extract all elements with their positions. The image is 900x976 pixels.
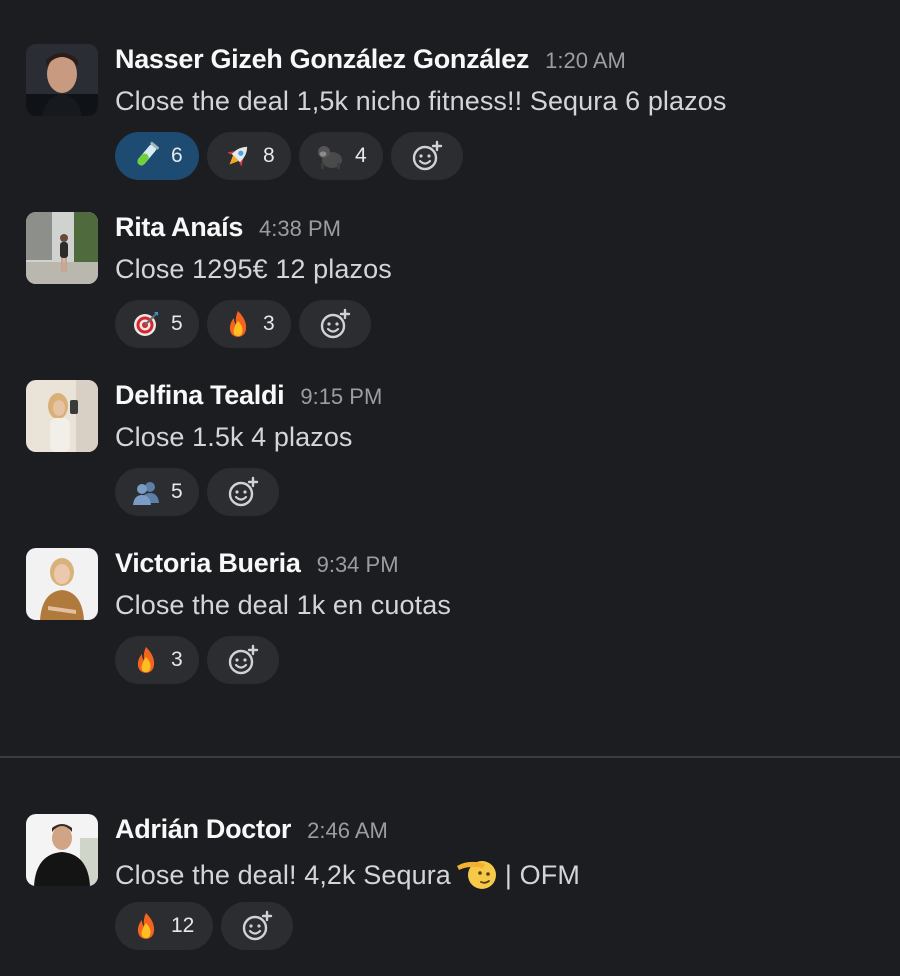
message-text: Close the deal 1,5k nicho fitness!! Sequ… [115,86,727,116]
direct-hit-icon [134,312,158,336]
gorilla-icon [318,146,342,169]
reaction-direct-hit[interactable]: 5 [115,300,199,348]
timestamp[interactable]: 4:38 PM [259,216,341,242]
add-emoji-icon [412,140,443,171]
message-text: Close 1.5k 4 plazos [115,422,353,452]
fire-icon [137,647,155,673]
timestamp[interactable]: 1:20 AM [545,48,626,74]
reactions-bar: 3 [115,636,279,684]
add-reaction-button[interactable] [207,636,279,684]
reaction-rocket[interactable]: 8 [207,132,291,180]
author-name[interactable]: Victoria Bueria [115,548,301,579]
reactions-bar: 5 3 [115,300,371,348]
message-text: Close 1295€ 12 plazos [115,254,392,284]
add-reaction-button[interactable] [391,132,463,180]
reaction-count: 5 [171,312,183,335]
message-item[interactable]: Nasser Gizeh González González 1:20 AM C… [0,44,900,204]
avatar[interactable] [26,380,98,452]
add-emoji-icon [242,910,273,941]
reaction-test-tube[interactable]: 6 [115,132,199,180]
busts-in-silhouette-icon [133,482,159,505]
saluting-face-icon [456,861,496,889]
reaction-count: 3 [263,312,275,335]
reaction-count: 5 [171,480,183,503]
timestamp[interactable]: 9:15 PM [300,384,382,410]
add-reaction-button[interactable] [221,902,293,950]
author-name[interactable]: Nasser Gizeh González González [115,44,529,75]
message-item[interactable]: Rita Anaís 4:38 PM Close 1295€ 12 plazos… [0,212,900,372]
message-text: Close the deal! 4,2k Sequra | OFM [115,856,580,891]
author-name[interactable]: Delfina Tealdi [115,380,285,411]
timestamp[interactable]: 9:34 PM [317,552,399,578]
reactions-bar: 5 [115,468,279,516]
day-divider [0,756,900,758]
add-emoji-icon [228,476,259,507]
message-item[interactable]: Delfina Tealdi 9:15 PM Close 1.5k 4 plaz… [0,380,900,540]
reaction-count: 3 [171,648,183,671]
author-name[interactable]: Adrián Doctor [115,814,291,845]
reaction-gorilla[interactable]: 4 [299,132,383,180]
rocket-icon [227,146,248,167]
avatar[interactable] [26,44,98,116]
add-emoji-icon [320,308,351,339]
timestamp[interactable]: 2:46 AM [307,818,388,844]
reaction-count: 6 [171,144,183,167]
test-tube-icon [137,141,160,166]
message-feed: Nasser Gizeh González González 1:20 AM C… [0,0,900,976]
author-name[interactable]: Rita Anaís [115,212,243,243]
avatar[interactable] [26,814,98,886]
reaction-fire[interactable]: 12 [115,902,213,950]
reaction-count: 8 [263,144,275,167]
message-text-part: | OFM [504,860,580,890]
reaction-count: 4 [355,144,367,167]
fire-icon [137,913,155,939]
reactions-bar: 12 [115,902,293,950]
message-text-part: Close the deal! 4,2k Sequra [115,860,451,890]
add-reaction-button[interactable] [299,300,371,348]
reaction-busts-in-silhouette[interactable]: 5 [115,468,199,516]
avatar[interactable] [26,548,98,620]
fire-icon [229,311,247,337]
message-item[interactable]: Adrián Doctor 2:46 AM Close the deal! 4,… [0,814,900,974]
reaction-fire[interactable]: 3 [207,300,291,348]
reaction-fire[interactable]: 3 [115,636,199,684]
message-item[interactable]: Victoria Bueria 9:34 PM Close the deal 1… [0,548,900,708]
message-text: Close the deal 1k en cuotas [115,590,451,620]
reactions-bar: 6 8 4 [115,132,463,180]
reaction-count: 12 [171,914,195,937]
add-reaction-button[interactable] [207,468,279,516]
avatar[interactable] [26,212,98,284]
add-emoji-icon [228,644,259,675]
